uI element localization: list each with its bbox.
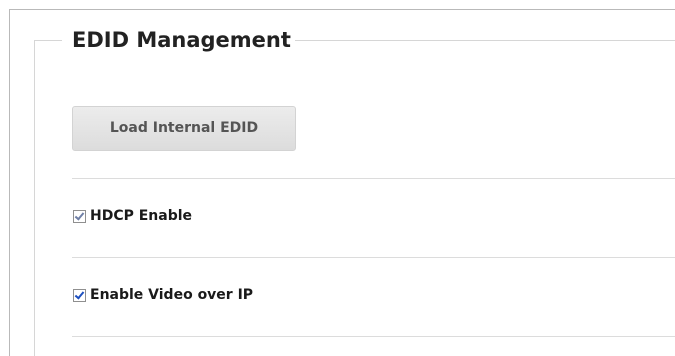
hdcp-enable-label: HDCP Enable <box>90 208 193 224</box>
edid-management-group <box>34 40 675 356</box>
video-over-ip-label: Enable Video over IP <box>90 287 254 303</box>
divider <box>72 257 675 258</box>
section-title: EDID Management <box>62 24 295 56</box>
divider <box>72 336 675 337</box>
video-over-ip-checkbox[interactable] <box>73 288 86 302</box>
hdcp-enable-option[interactable]: HDCP Enable <box>73 206 192 226</box>
hdcp-enable-checkbox[interactable] <box>73 209 86 223</box>
load-internal-edid-button[interactable]: Load Internal EDID <box>72 106 296 151</box>
divider <box>72 178 675 179</box>
video-over-ip-option[interactable]: Enable Video over IP <box>73 285 253 305</box>
